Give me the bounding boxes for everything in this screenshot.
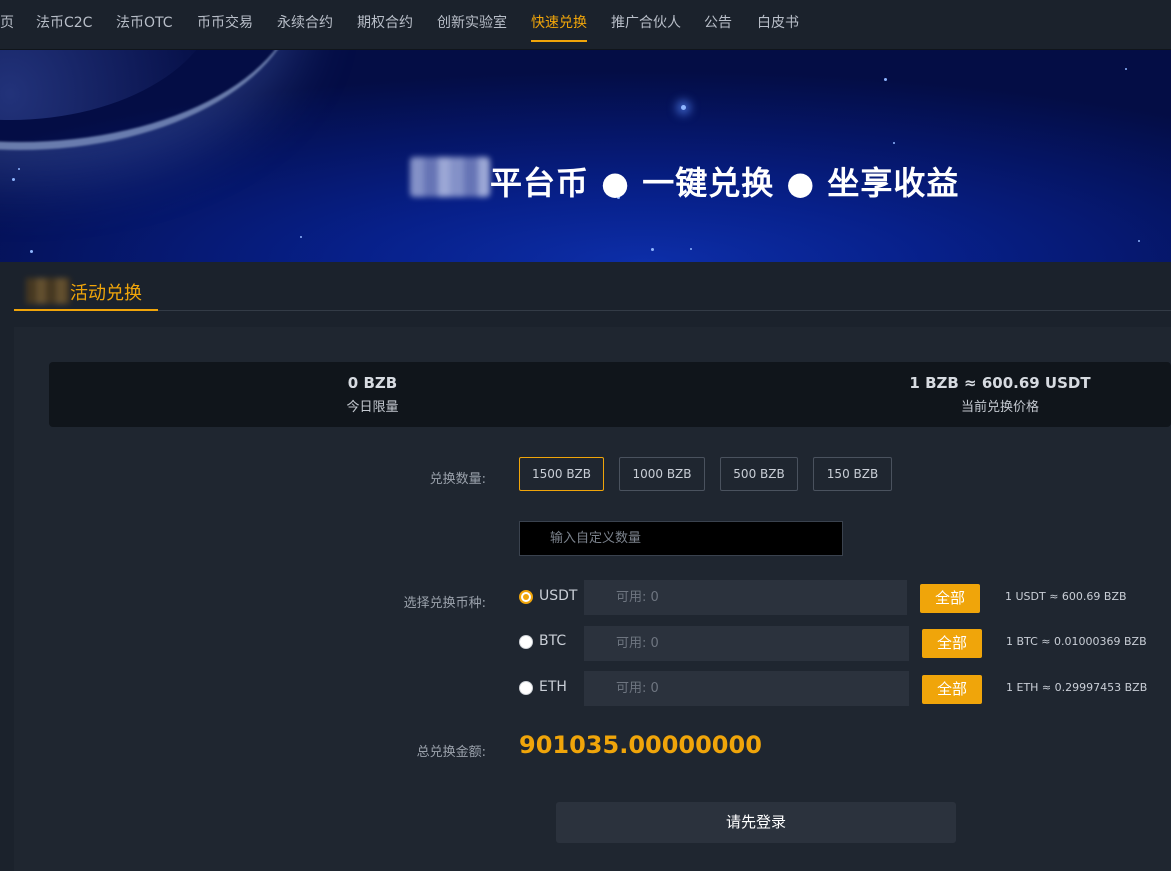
divider	[158, 310, 1171, 311]
price-stat: 1 BZB ≈ 600.69 USDT 当前兑换价格	[900, 374, 1100, 415]
nav-item-home[interactable]: 页	[0, 12, 14, 42]
nav-item-quick-swap[interactable]: 快速兑换	[531, 12, 587, 42]
radio-eth[interactable]	[519, 681, 533, 695]
banner-title: 平台币 ● 一键兑换 ● 坐享收益	[490, 164, 960, 202]
star-icon	[30, 250, 33, 253]
rate-usdt: 1 USDT ≈ 600.69 BZB	[1005, 590, 1127, 603]
radio-usdt[interactable]	[519, 590, 533, 604]
amount-option-500[interactable]: 500 BZB	[720, 457, 798, 491]
rate-btc: 1 BTC ≈ 0.01000369 BZB	[1006, 635, 1147, 648]
banner-planet-arc	[0, 50, 300, 150]
amount-option-150[interactable]: 150 BZB	[813, 457, 892, 491]
stats-bar: 0 BZB 今日限量 1 BZB ≈ 600.69 USDT 当前兑换价格	[49, 362, 1171, 427]
tab-logo-blurred	[26, 278, 70, 304]
nav-item-fiat-c2c[interactable]: 法币C2C	[36, 12, 92, 42]
total-label: 总兑换金额:	[416, 745, 486, 760]
daily-limit-value: 0 BZB	[347, 374, 398, 392]
hero-banner: 平台币 ● 一键兑换 ● 坐享收益	[0, 50, 1171, 262]
amount-option-1500[interactable]: 1500 BZB	[519, 457, 604, 491]
nav-item-announcement[interactable]: 公告	[704, 12, 732, 42]
top-navigation: 页 法币C2C 法币OTC 币币交易 永续合约 期权合约 创新实验室 快速兑换 …	[0, 0, 1171, 50]
nav-item-whitepaper[interactable]: 白皮书	[757, 12, 799, 42]
available-usdt: 可用: 0	[584, 580, 907, 615]
total-amount: 901035.00000000	[519, 731, 762, 759]
coin-label-usdt: USDT	[539, 588, 578, 604]
tab-label: 活动兑换	[70, 283, 142, 304]
star-icon	[1125, 68, 1127, 70]
coin-label-btc: BTC	[539, 633, 567, 649]
star-icon	[690, 248, 692, 250]
star-icon	[1138, 240, 1140, 242]
all-button-btc[interactable]: 全部	[922, 629, 982, 658]
login-button[interactable]: 请先登录	[556, 802, 956, 843]
star-icon	[300, 236, 302, 238]
available-btc: 可用: 0	[584, 626, 909, 661]
nav-item-spot[interactable]: 币币交易	[197, 12, 253, 42]
nav-item-lab[interactable]: 创新实验室	[437, 12, 507, 42]
daily-limit-label: 今日限量	[346, 400, 399, 415]
star-icon	[681, 105, 686, 110]
star-icon	[884, 78, 887, 81]
custom-amount-input[interactable]	[519, 521, 843, 556]
all-button-eth[interactable]: 全部	[922, 675, 982, 704]
price-label: 当前兑换价格	[960, 400, 1039, 415]
all-button-usdt[interactable]: 全部	[920, 584, 980, 613]
nav-item-options[interactable]: 期权合约	[357, 12, 413, 42]
star-icon	[893, 142, 895, 144]
nav-item-fiat-otc[interactable]: 法币OTC	[116, 12, 173, 42]
tab-activity-swap[interactable]: 活动兑换	[14, 272, 158, 311]
amount-label: 兑换数量:	[429, 472, 486, 487]
nav-item-perpetual[interactable]: 永续合约	[277, 12, 333, 42]
nav-item-partner[interactable]: 推广合伙人	[611, 12, 681, 42]
available-eth: 可用: 0	[584, 671, 909, 706]
amount-option-1000[interactable]: 1000 BZB	[619, 457, 705, 491]
price-value: 1 BZB ≈ 600.69 USDT	[909, 374, 1091, 392]
star-icon	[18, 168, 20, 170]
daily-limit-stat: 0 BZB 今日限量	[295, 374, 450, 415]
star-icon	[12, 178, 15, 181]
star-icon	[651, 248, 654, 251]
rate-eth: 1 ETH ≈ 0.29997453 BZB	[1006, 681, 1148, 694]
currency-label: 选择兑换币种:	[403, 596, 486, 611]
radio-btc[interactable]	[519, 635, 533, 649]
platform-logo-blurred	[410, 157, 490, 197]
coin-label-eth: ETH	[539, 679, 567, 695]
